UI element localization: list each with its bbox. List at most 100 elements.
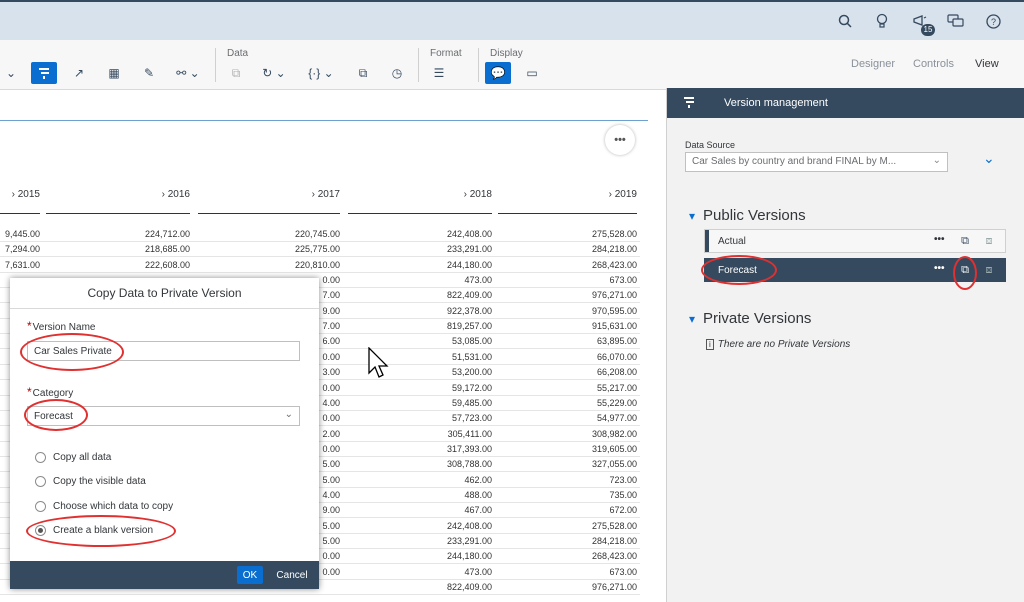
table-cell[interactable]: 233,291.00 <box>412 244 492 254</box>
table-cell[interactable]: 268,423.00 <box>557 551 637 561</box>
table-cell[interactable]: 488.00 <box>412 490 492 500</box>
more-icon[interactable]: ••• <box>934 263 945 274</box>
table-cell[interactable]: 473.00 <box>412 567 492 577</box>
table-cell[interactable]: 7,294.00 <box>0 244 40 254</box>
radio-choose-data[interactable]: Choose which data to copy <box>35 501 173 512</box>
table-cell[interactable]: 308,788.00 <box>412 459 492 469</box>
table-cell[interactable]: 54,977.00 <box>557 413 637 423</box>
table-cell[interactable]: 7,631.00 <box>0 260 40 270</box>
version-management-icon[interactable] <box>31 62 57 84</box>
more-icon[interactable]: ••• <box>934 234 945 245</box>
table-cell[interactable]: 819,257.00 <box>412 321 492 331</box>
table-cell[interactable]: 915,631.00 <box>557 321 637 331</box>
table-cell[interactable]: 822,409.00 <box>412 582 492 592</box>
table-cell[interactable]: 327,055.00 <box>557 459 637 469</box>
link-dropdown-icon[interactable]: ⚯ ⌄ <box>172 62 204 84</box>
table-cell[interactable]: 53,085.00 <box>412 336 492 346</box>
refresh-icon[interactable]: ↻ ⌄ <box>259 62 289 84</box>
search-icon[interactable] <box>835 11 855 31</box>
lightbulb-icon[interactable] <box>872 11 892 31</box>
table-cell[interactable]: 55,217.00 <box>557 383 637 393</box>
expand-chevron-icon[interactable]: ⌄ <box>983 150 995 167</box>
radio-copy-visible[interactable]: Copy the visible data <box>35 476 146 487</box>
table-cell[interactable]: 233,291.00 <box>412 536 492 546</box>
radio-button[interactable] <box>35 501 46 512</box>
copy-data-icon[interactable]: ⧉ <box>225 62 247 84</box>
more-options-button[interactable]: ••• <box>605 125 635 155</box>
table-cell[interactable]: 59,485.00 <box>412 398 492 408</box>
public-versions-section[interactable]: ▾ Public Versions <box>689 207 806 224</box>
formula-icon[interactable]: {·} ⌄ <box>306 62 336 84</box>
table-cell[interactable]: 976,271.00 <box>557 582 637 592</box>
table-cell[interactable]: 319,605.00 <box>557 444 637 454</box>
table-cell[interactable]: 242,408.00 <box>412 521 492 531</box>
table-cell[interactable]: 66,070.00 <box>557 352 637 362</box>
table-cell[interactable]: 9,445.00 <box>0 229 40 239</box>
comment-icon[interactable]: 💬 <box>485 62 511 84</box>
radio-copy-all[interactable]: Copy all data <box>35 452 111 463</box>
ok-button[interactable]: OK <box>237 566 263 584</box>
table-cell[interactable]: 308,982.00 <box>557 429 637 439</box>
clear-format-icon[interactable]: ✎ <box>138 62 160 84</box>
table-cell[interactable]: 242,408.00 <box>412 229 492 239</box>
table-cell[interactable]: 723.00 <box>557 475 637 485</box>
table-cell[interactable]: 284,218.00 <box>557 244 637 254</box>
table-cell[interactable]: 673.00 <box>557 275 637 285</box>
table-cell[interactable]: 467.00 <box>412 505 492 515</box>
publish-version-icon[interactable]: ⧈ <box>981 233 997 249</box>
copy-version-icon[interactable]: ⧉ <box>957 233 973 249</box>
column-header-2016[interactable]: › 2016 <box>130 189 190 200</box>
column-header-2017[interactable]: › 2017 <box>280 189 340 200</box>
format-icon[interactable]: ☰ <box>428 62 450 84</box>
table-cell[interactable]: 672.00 <box>557 505 637 515</box>
arrow-icon[interactable]: ↗ <box>68 62 90 84</box>
table-cell[interactable]: 275,528.00 <box>557 229 637 239</box>
table-cell[interactable]: 53,200.00 <box>412 367 492 377</box>
radio-button[interactable] <box>35 452 46 463</box>
data-source-select[interactable]: Car Sales by country and brand FINAL by … <box>685 152 948 172</box>
table-cell[interactable]: 224,712.00 <box>110 229 190 239</box>
table-cell[interactable]: 66,208.00 <box>557 367 637 377</box>
table-cell[interactable]: 735.00 <box>557 490 637 500</box>
table-icon[interactable]: ▦ <box>103 62 125 84</box>
tab-view[interactable]: View <box>975 58 999 70</box>
private-versions-section[interactable]: ▾ Private Versions <box>689 310 811 327</box>
version-row-actual[interactable]: Actual ••• ⧉ ⧈ <box>704 229 1006 253</box>
table-cell[interactable]: 220,745.00 <box>260 229 340 239</box>
table-cell[interactable]: 55,229.00 <box>557 398 637 408</box>
table-cell[interactable]: 51,531.00 <box>412 352 492 362</box>
table-cell[interactable]: 305,411.00 <box>412 429 492 439</box>
help-icon[interactable]: ? <box>983 11 1003 31</box>
table-cell[interactable]: 970,595.00 <box>557 306 637 316</box>
history-icon[interactable]: ◷ <box>386 62 408 84</box>
table-cell[interactable]: 218,685.00 <box>110 244 190 254</box>
cancel-button[interactable]: Cancel <box>272 566 312 584</box>
column-header-2019[interactable]: › 2019 <box>577 189 637 200</box>
table-cell[interactable]: 244,180.00 <box>412 551 492 561</box>
column-header-2015[interactable]: › 2015 <box>0 189 40 200</box>
table-cell[interactable]: 462.00 <box>412 475 492 485</box>
arrange-icon[interactable]: ⌄ <box>0 62 22 84</box>
layout-icon[interactable]: ▭ <box>521 62 543 84</box>
column-header-2018[interactable]: › 2018 <box>432 189 492 200</box>
table-cell[interactable]: 220,810.00 <box>260 260 340 270</box>
chat-icon[interactable] <box>946 11 966 31</box>
table-cell[interactable]: 284,218.00 <box>557 536 637 546</box>
table-cell[interactable]: 822,409.00 <box>412 290 492 300</box>
table-cell[interactable]: 222,608.00 <box>110 260 190 270</box>
table-cell[interactable]: 57,723.00 <box>412 413 492 423</box>
radio-button[interactable] <box>35 476 46 487</box>
table-cell[interactable]: 922,378.00 <box>412 306 492 316</box>
table-cell[interactable]: 268,423.00 <box>557 260 637 270</box>
tab-controls[interactable]: Controls <box>913 58 954 70</box>
table-cell[interactable]: 317,393.00 <box>412 444 492 454</box>
table-cell[interactable]: 63,895.00 <box>557 336 637 346</box>
tab-designer[interactable]: Designer <box>851 58 895 70</box>
table-cell[interactable]: 275,528.00 <box>557 521 637 531</box>
table-cell[interactable]: 225,775.00 <box>260 244 340 254</box>
publish-version-icon[interactable]: ⧈ <box>981 262 997 278</box>
table-cell[interactable]: 59,172.00 <box>412 383 492 393</box>
table-cell[interactable]: 976,271.00 <box>557 290 637 300</box>
duplicate-icon[interactable]: ⧉ <box>352 62 374 84</box>
table-cell[interactable]: 473.00 <box>412 275 492 285</box>
